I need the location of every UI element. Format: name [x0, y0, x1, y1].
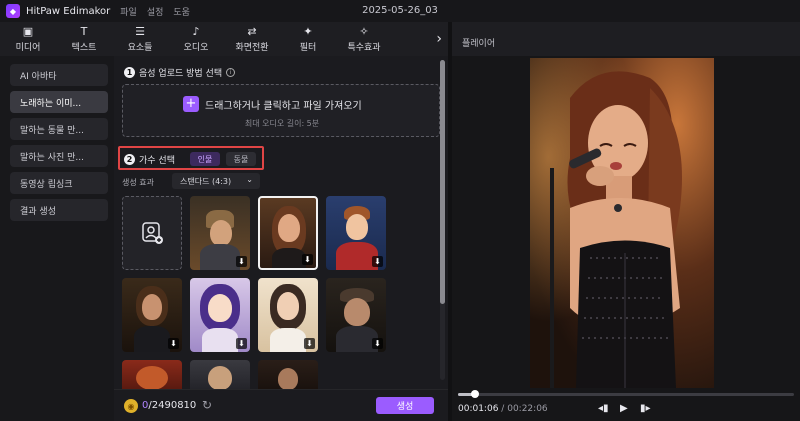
- segment-animal[interactable]: 동물: [226, 152, 256, 166]
- avatar-thumbnail[interactable]: [258, 360, 318, 389]
- player-panel: 00:01:06 / 00:22:06 ◂▮ ▶ ▮▸: [452, 56, 800, 421]
- player-header: 플레이어: [452, 22, 800, 56]
- sidebar-item-lipsync[interactable]: 동영상 립싱크: [10, 172, 108, 194]
- refresh-icon[interactable]: ↻: [202, 398, 212, 412]
- avatar-thumbnail[interactable]: ⬇: [326, 278, 386, 352]
- previous-frame-icon[interactable]: ◂▮: [598, 403, 609, 414]
- step-1-header: 1 음성 업로드 방법 선택 i: [124, 66, 236, 79]
- segment-human[interactable]: 인물: [190, 152, 220, 166]
- step-number: 2: [124, 154, 135, 165]
- effect-value: 스탠다드 (4:3): [180, 176, 232, 186]
- tab-filter[interactable]: ✦ 필터: [280, 22, 336, 56]
- download-icon[interactable]: ⬇: [236, 338, 247, 349]
- effect-label: 생성 효과: [122, 178, 154, 187]
- sidebar-item-ai-avatar[interactable]: AI 아바타: [10, 64, 108, 86]
- image-icon: ▣: [22, 24, 34, 38]
- chevron-right-icon[interactable]: ›: [436, 31, 442, 47]
- timeline-track[interactable]: [458, 390, 794, 398]
- step-1-label: 음성 업로드 방법 선택: [139, 69, 223, 79]
- audio-upload-dropzone[interactable]: + 드래그하거나 클릭하고 파일 가져오기 최대 오디오 길이: 5분: [122, 84, 440, 137]
- menu-settings[interactable]: 설정: [147, 5, 164, 18]
- download-icon[interactable]: ⬇: [168, 338, 179, 349]
- chevron-down-icon: ⌄: [246, 175, 253, 184]
- elements-icon: ☰: [135, 24, 145, 38]
- tab-text-label: 텍스트: [71, 42, 97, 53]
- avatar-thumbnail[interactable]: ⬇: [190, 278, 250, 352]
- timeline-scrubber[interactable]: [471, 390, 480, 398]
- singing-image-panel: 1 음성 업로드 방법 선택 i + 드래그하거나 클릭하고 파일 가져오기 최…: [114, 56, 448, 421]
- upload-instruction: 드래그하거나 클릭하고 파일 가져오기: [205, 101, 362, 112]
- avatar-thumbnail[interactable]: [122, 360, 182, 389]
- avatar-thumbnail[interactable]: [190, 360, 250, 389]
- generate-bar: ◉ 0/2490810 ↻ 생성: [114, 389, 448, 421]
- avatar-thumbnail[interactable]: ⬇: [190, 196, 250, 270]
- play-icon[interactable]: ▶: [620, 403, 628, 414]
- avatar-thumbnail[interactable]: ⬇: [326, 196, 386, 270]
- tab-transition-label: 화면전환: [235, 42, 269, 53]
- player-title: 플레이어: [462, 39, 496, 49]
- tab-effects[interactable]: ✧ 특수효과: [336, 22, 392, 56]
- music-icon: ♪: [192, 24, 200, 38]
- tab-filter-label: 필터: [299, 42, 317, 53]
- text-icon: T: [80, 24, 88, 38]
- credit-counter: 0/2490810: [142, 400, 196, 411]
- add-avatar-button[interactable]: [122, 196, 182, 270]
- info-icon[interactable]: i: [226, 68, 236, 77]
- download-icon[interactable]: ⬇: [236, 256, 247, 267]
- download-icon[interactable]: ⬇: [372, 338, 383, 349]
- tab-effects-label: 특수효과: [347, 42, 381, 53]
- avatar-thumbnail-selected[interactable]: ⬇: [258, 196, 318, 270]
- tab-media[interactable]: ▣ 미디어: [0, 22, 56, 56]
- total-time: 00:22:06: [507, 404, 548, 414]
- video-preview: [530, 58, 714, 388]
- step-2-label: 가수 선택: [139, 156, 175, 166]
- generate-button[interactable]: 생성: [376, 397, 434, 414]
- tab-text[interactable]: T 텍스트: [56, 22, 112, 56]
- tab-media-label: 미디어: [15, 42, 41, 53]
- time-separator: /: [501, 404, 505, 414]
- tab-elements[interactable]: ☰ 요소들: [112, 22, 168, 56]
- tab-audio[interactable]: ♪ 오디오: [168, 22, 224, 56]
- title-bar: ◆ HitPaw Edimakor 파일 설정 도움 2025-05-26_03: [0, 0, 800, 22]
- scrollbar-thumb[interactable]: [440, 60, 445, 304]
- app-name: HitPaw Edimakor: [26, 5, 111, 17]
- sidebar-item-results[interactable]: 결과 생성: [10, 199, 108, 221]
- time-readout: 00:01:06 / 00:22:06: [458, 404, 548, 414]
- credits-total: /2490810: [148, 400, 197, 411]
- step-number: 1: [124, 67, 135, 78]
- app-logo: ◆: [6, 4, 20, 18]
- media-toolbar: ▣ 미디어 T 텍스트 ☰ 요소들 ♪ 오디오 ⇄ 화면전환 ✦ 필터 ✧ 특수효과 ›: [0, 22, 448, 56]
- tab-elements-label: 요소들: [127, 42, 153, 53]
- feature-sidebar: AI 아바타 노래하는 이미... 말하는 동물 만... 말하는 사진 만..…: [0, 56, 114, 421]
- menu-file[interactable]: 파일: [120, 5, 137, 18]
- sidebar-item-talking-photo[interactable]: 말하는 사진 만...: [10, 145, 108, 167]
- singer-selection-highlight: 2 가수 선택 인물 동물: [118, 146, 264, 170]
- tab-audio-label: 오디오: [183, 42, 209, 53]
- sidebar-item-talking-animal[interactable]: 말하는 동물 만...: [10, 118, 108, 140]
- transition-icon: ⇄: [247, 24, 257, 38]
- effects-icon: ✧: [359, 24, 369, 38]
- download-icon[interactable]: ⬇: [304, 338, 315, 349]
- upload-max-length: 최대 오디오 길이: 5분: [244, 119, 320, 128]
- add-person-icon: [142, 222, 163, 244]
- preview-frame: [530, 58, 714, 388]
- coin-icon: ◉: [124, 399, 138, 413]
- tab-transition[interactable]: ⇄ 화면전환: [224, 22, 280, 56]
- avatar-thumbnail[interactable]: ⬇: [258, 278, 318, 352]
- avatar-thumbnail[interactable]: ⬇: [122, 278, 182, 352]
- step-2-header: 2 가수 선택: [124, 153, 175, 166]
- download-icon[interactable]: ⬇: [372, 256, 383, 267]
- effect-dropdown[interactable]: 스탠다드 (4:3) ⌄: [172, 173, 260, 189]
- current-time: 00:01:06: [458, 404, 499, 414]
- sidebar-item-singing-image[interactable]: 노래하는 이미...: [10, 91, 108, 113]
- plus-icon[interactable]: +: [183, 96, 199, 112]
- next-frame-icon[interactable]: ▮▸: [640, 403, 651, 414]
- filter-icon: ✦: [303, 24, 313, 38]
- menu-help[interactable]: 도움: [173, 5, 190, 18]
- download-icon[interactable]: ⬇: [302, 254, 313, 265]
